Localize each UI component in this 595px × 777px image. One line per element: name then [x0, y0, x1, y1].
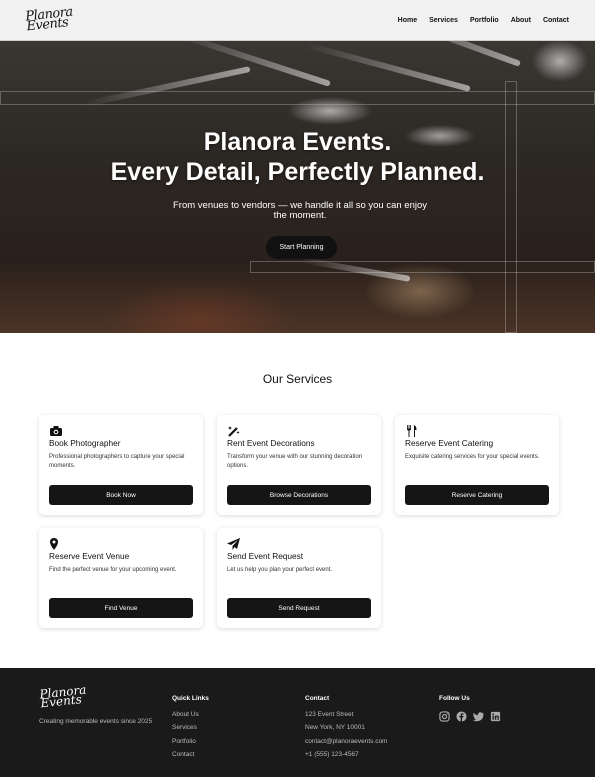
spotlight-beam [387, 41, 522, 67]
footer-contact: Contact 123 Event Street New York, NY 10… [305, 695, 387, 765]
hero-section: Planora Events. Every Detail, Perfectly … [0, 41, 595, 333]
camera-icon [50, 426, 62, 436]
card-description: Exquisite catering services for your spe… [405, 454, 540, 460]
card-description: Find the perfect venue for your upcoming… [49, 567, 177, 573]
card-title: Book Photographer [49, 438, 121, 448]
send-request-button[interactable]: Send Request [227, 598, 371, 618]
footer-link-contact[interactable]: Contact [172, 751, 209, 764]
nav-link-about[interactable]: About [511, 17, 531, 24]
services-title: Our Services [262, 372, 333, 386]
service-card-photographer: Book Photographer Professional photograp… [39, 415, 203, 515]
footer-link-portfolio[interactable]: Portfolio [172, 738, 209, 751]
start-planning-button[interactable]: Start Planning [266, 236, 337, 259]
footer-tagline: Creating memorable events since 2025 [39, 718, 153, 725]
service-card-decorations: Rent Event Decorations Transform your ve… [217, 415, 381, 515]
hero-title-line-1: Planora Events. [203, 128, 392, 156]
facebook-icon[interactable] [456, 711, 467, 722]
contact-city: New York, NY 10001 [305, 724, 365, 732]
top-navbar: Planora Events Home Services Portfolio A… [0, 0, 595, 41]
card-description: Let us help you plan your perfect event. [227, 567, 333, 573]
nav-link-services[interactable]: Services [429, 17, 458, 24]
footer-link-services[interactable]: Services [172, 724, 209, 737]
nav-link-portfolio[interactable]: Portfolio [470, 17, 499, 24]
instagram-icon[interactable] [439, 711, 450, 722]
hero-title-line-2: Every Detail, Perfectly Planned. [110, 158, 485, 186]
spotlight-beam [305, 42, 471, 92]
reserve-catering-button[interactable]: Reserve Catering [405, 485, 549, 505]
service-card-venue: Reserve Event Venue Find the perfect ven… [39, 528, 203, 628]
book-now-button[interactable]: Book Now [49, 485, 193, 505]
footer-heading: Follow Us [439, 695, 470, 702]
card-title: Reserve Event Catering [405, 438, 494, 448]
service-card-request: Send Event Request Let us help you plan … [217, 528, 381, 628]
card-title: Send Event Request [227, 551, 304, 561]
card-description: Transform your venue with our stunning d… [227, 454, 363, 469]
card-title: Reserve Event Venue [49, 551, 130, 561]
social-links [439, 711, 501, 722]
twitter-icon[interactable] [473, 711, 484, 722]
find-venue-button[interactable]: Find Venue [49, 598, 193, 618]
footer-follow: Follow Us [439, 695, 501, 722]
footer-logo[interactable]: Planora Events [39, 683, 88, 711]
nav-link-home[interactable]: Home [398, 17, 417, 24]
stage-truss [505, 81, 517, 333]
nav-link-contact[interactable]: Contact [543, 17, 569, 24]
card-description: Professional photographers to capture yo… [49, 454, 185, 469]
magic-wand-icon [228, 426, 240, 437]
contact-email[interactable]: contact@planoraevents.com [305, 738, 387, 751]
footer-quick-links: Quick Links About Us Services Portfolio … [172, 695, 209, 765]
linkedin-icon[interactable] [490, 711, 501, 722]
footer-link-about[interactable]: About Us [172, 711, 209, 724]
service-card-catering: Reserve Event Catering Exquisite caterin… [395, 415, 559, 515]
nav-links: Home Services Portfolio About Contact [398, 17, 569, 24]
footer: Planora Events Creating memorable events… [0, 668, 595, 777]
contact-phone[interactable]: +1 (555) 123-4567 [305, 751, 387, 764]
logo-line-2: Events [25, 15, 69, 35]
map-pin-icon [50, 538, 58, 550]
paper-plane-icon [227, 538, 240, 550]
hero-subtitle: From venues to vendors — we handle it al… [173, 200, 427, 221]
hero-title: Planora Events. Every Detail, Perfectly … [0, 127, 595, 187]
footer-heading: Contact [305, 695, 330, 702]
utensils-icon [407, 425, 417, 437]
logo[interactable]: Planora Events [25, 5, 74, 35]
footer-logo-line-2: Events [39, 692, 83, 711]
contact-address: 123 Event Street [305, 711, 354, 718]
footer-heading: Quick Links [172, 695, 209, 702]
card-title: Rent Event Decorations [227, 438, 315, 448]
browse-decorations-button[interactable]: Browse Decorations [227, 485, 371, 505]
